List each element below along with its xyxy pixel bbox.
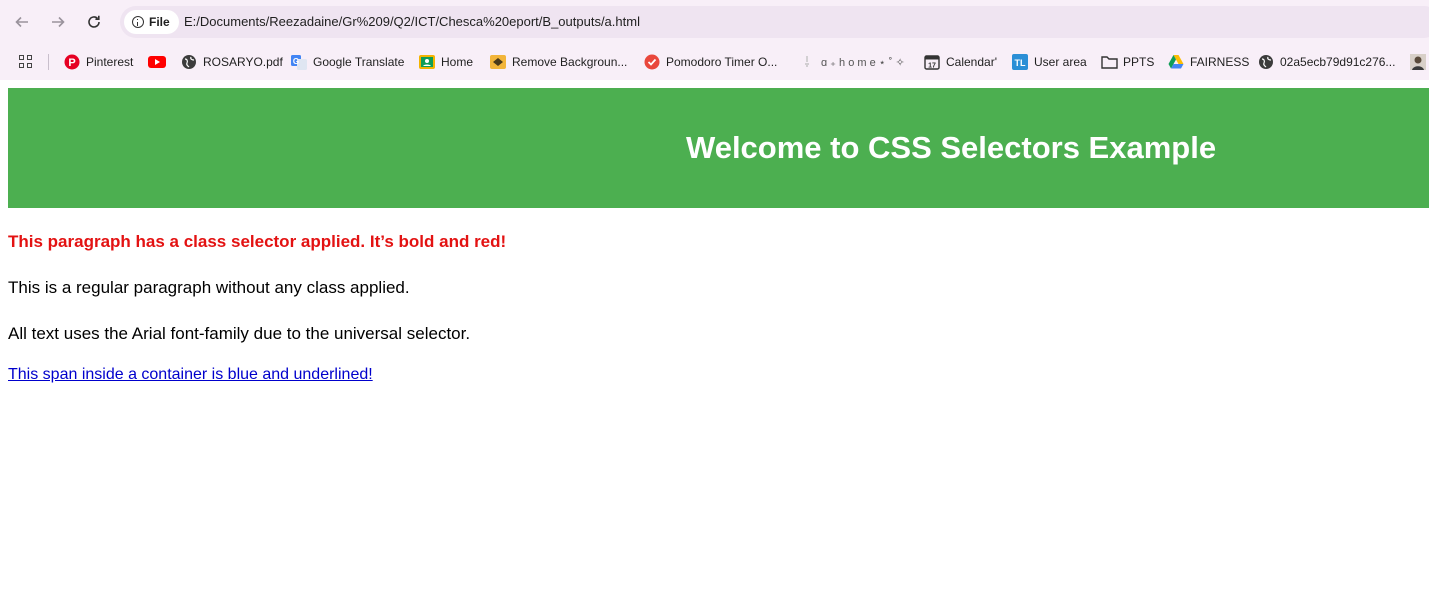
- globe-icon: [1258, 54, 1274, 70]
- red-bold-paragraph: This paragraph has a class selector appl…: [8, 232, 507, 251]
- bookmark-fairness[interactable]: FAIRNESS: [1168, 53, 1249, 71]
- bookmark-label: FAIRNESS: [1190, 55, 1250, 69]
- bookmark-label: Calendar': [946, 55, 997, 69]
- regular-paragraph: This is a regular paragraph without any …: [8, 278, 410, 297]
- globe-icon: [181, 54, 197, 70]
- avatar-icon: [1410, 54, 1426, 70]
- bookmark-label: Home: [441, 55, 474, 69]
- svg-text:TL: TL: [1015, 58, 1026, 68]
- sparkle-icon: [799, 54, 815, 70]
- pomodoro-icon: [644, 54, 660, 70]
- svg-text:17: 17: [928, 63, 936, 70]
- bookmark-youtube[interactable]: [148, 53, 166, 71]
- drive-icon: [1168, 54, 1184, 70]
- bookmark-label: Remove Backgroun...: [512, 55, 628, 69]
- bookmark-label: 02a5ecb79d91c276...: [1280, 55, 1396, 69]
- page-title: Welcome to CSS Selectors Example: [686, 130, 1217, 165]
- site-info-chip[interactable]: File: [124, 10, 179, 34]
- svg-text:G: G: [293, 57, 299, 66]
- bookmarks-divider: [48, 54, 49, 70]
- bookmark-avatar[interactable]: [1410, 53, 1426, 71]
- page-content: Welcome to CSS Selectors Example This pa…: [8, 88, 1429, 383]
- bookmark-label: Pinterest: [86, 55, 134, 69]
- bookmark-label: ROSARYO.pdf: [203, 55, 283, 69]
- classroom-icon: [419, 54, 435, 70]
- translate-icon: G: [291, 54, 307, 70]
- back-button[interactable]: [10, 10, 34, 34]
- bookmark-home[interactable]: Home: [419, 53, 473, 71]
- bookmark-home-aesthetic[interactable]: ɑ ₊ h o m e ⋆ ˚ ✧: [799, 53, 905, 71]
- url-text[interactable]: E:/Documents/Reezadaine/Gr%209/Q2/ICT/Ch…: [184, 14, 640, 29]
- youtube-icon: [148, 54, 166, 70]
- svg-text:P: P: [68, 57, 75, 69]
- site-info-label: File: [149, 15, 170, 29]
- tl-icon: TL: [1012, 54, 1028, 70]
- arrow-left-icon: [15, 16, 28, 28]
- bookmark-label: ɑ ₊ h o m e ⋆ ˚ ✧: [821, 56, 905, 69]
- bookmark-pinterest[interactable]: P Pinterest: [64, 53, 133, 71]
- arial-paragraph: All text uses the Arial font-family due …: [8, 324, 471, 343]
- info-icon: [132, 16, 144, 28]
- browser-chrome: File E:/Documents/Reezadaine/Gr%209/Q2/I…: [0, 0, 1429, 80]
- bookmark-label: Google Translate: [313, 55, 405, 69]
- browser-toolbar: File E:/Documents/Reezadaine/Gr%209/Q2/I…: [0, 0, 1429, 44]
- arrow-right-icon: [52, 16, 65, 28]
- bookmark-label: PPTS: [1123, 55, 1155, 69]
- bookmarks-bar: P Pinterest ROSARYO.pdf G Google Transla…: [0, 44, 1429, 80]
- bookmark-label: User area: [1034, 55, 1087, 69]
- bookmark-rosaryo[interactable]: ROSARYO.pdf: [181, 53, 283, 71]
- reload-icon: [88, 15, 100, 28]
- bookmark-pomodoro[interactable]: Pomodoro Timer O...: [644, 53, 777, 71]
- apps-grid-icon[interactable]: [19, 55, 33, 69]
- blue-underlined-span: This span inside a container is blue and…: [8, 366, 373, 383]
- reload-button[interactable]: [82, 10, 106, 34]
- calendar-icon: 17: [924, 54, 940, 70]
- page-header: Welcome to CSS Selectors Example: [8, 88, 1429, 208]
- bookmark-google-translate[interactable]: G Google Translate: [291, 53, 404, 71]
- pinterest-icon: P: [64, 54, 80, 70]
- bookmark-hash-link[interactable]: 02a5ecb79d91c276...: [1258, 53, 1395, 71]
- forward-button[interactable]: [46, 10, 70, 34]
- bookmark-calendar[interactable]: 17 Calendar': [924, 53, 997, 71]
- address-bar[interactable]: File E:/Documents/Reezadaine/Gr%209/Q2/I…: [120, 6, 1429, 38]
- bookmark-user-area[interactable]: TL User area: [1012, 53, 1087, 71]
- folder-icon: [1101, 54, 1118, 70]
- bookmark-ppts[interactable]: PPTS: [1101, 53, 1154, 71]
- bookmark-label: Pomodoro Timer O...: [666, 55, 778, 69]
- bookmark-remove-background[interactable]: Remove Backgroun...: [490, 53, 627, 71]
- remove-bg-icon: [490, 54, 506, 70]
